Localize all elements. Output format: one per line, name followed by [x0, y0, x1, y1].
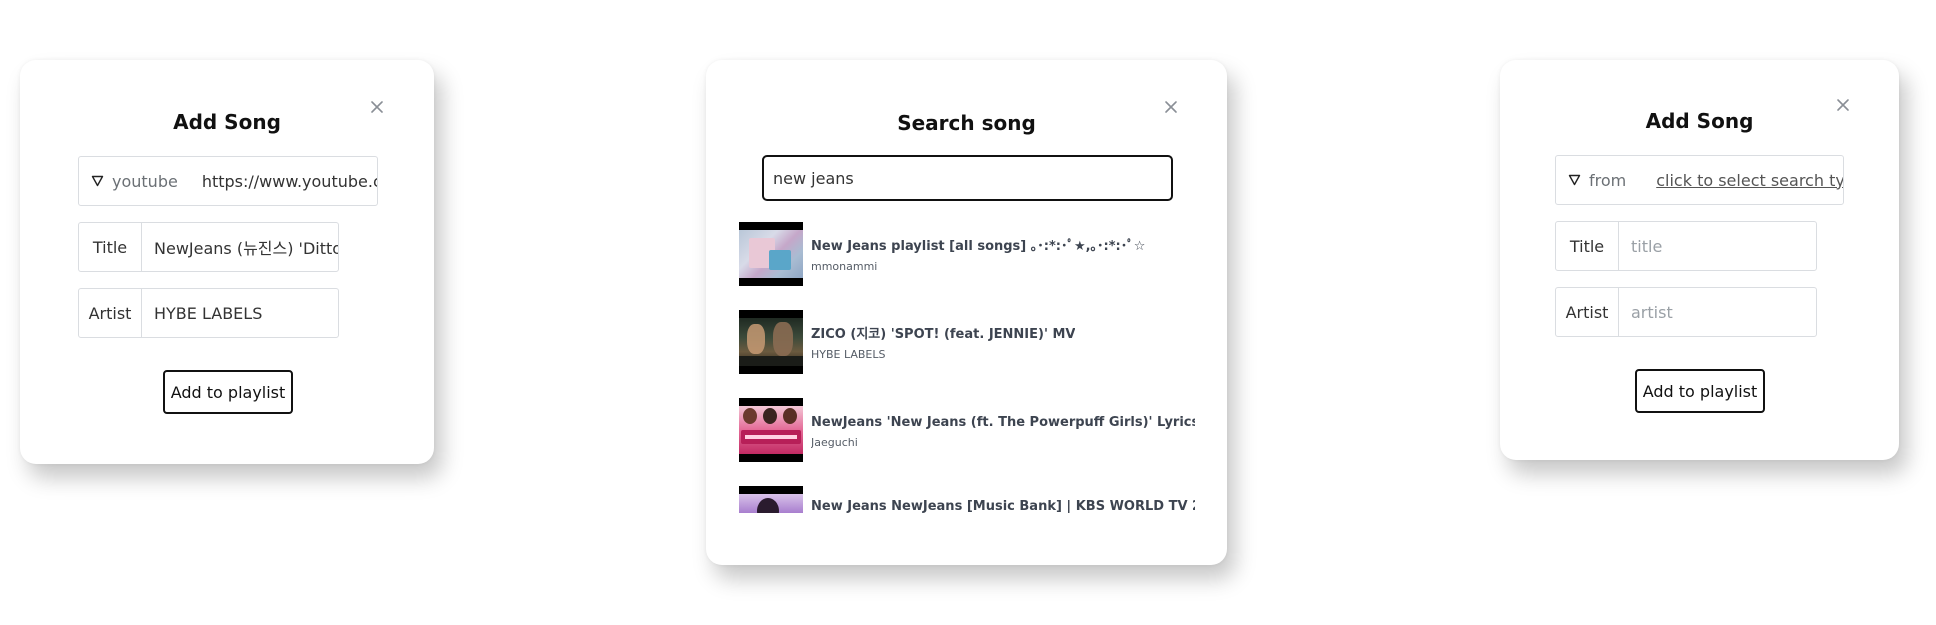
title-label: Title	[79, 223, 142, 271]
title-field: Title title	[1555, 221, 1817, 271]
source-field: from click to select search type	[1555, 155, 1844, 205]
thumbnail-image	[739, 486, 803, 513]
artist-label: Artist	[79, 289, 142, 337]
search-type-cell: click to select search type	[1626, 156, 1843, 204]
modal-title: Search song	[897, 111, 1036, 135]
artist-field: Artist artist	[1555, 287, 1817, 337]
artist-input[interactable]: HYBE LABELS	[142, 289, 338, 337]
add-song-modal-empty: Add Song from click to select search typ…	[1500, 60, 1899, 460]
title-input[interactable]: NewJeans (뉴진스) 'Ditto' Official MV	[142, 223, 338, 271]
search-song-modal: Search song new jeans New Jeans playlist…	[706, 60, 1227, 565]
result-title: ZICO (지코) 'SPOT! (feat. JENNIE)' MV	[811, 327, 1076, 342]
add-song-modal-filled: Add Song youtube https://www.youtube.com…	[20, 60, 434, 464]
artist-input[interactable]: artist	[1619, 288, 1816, 336]
search-result[interactable]: NewJeans 'New Jeans (ft. The Powerpuff G…	[739, 398, 1195, 462]
triangle-down-icon	[1568, 174, 1581, 186]
modal-title: Add Song	[173, 110, 281, 134]
result-channel: HYBE LABELS	[811, 348, 886, 361]
triangle-down-icon	[91, 175, 104, 187]
add-to-playlist-button[interactable]: Add to playlist	[163, 370, 293, 414]
thumbnail-image	[739, 310, 803, 374]
source-type-label: youtube	[112, 171, 178, 191]
modal-title: Add Song	[1645, 109, 1754, 133]
result-title: NewJeans 'New Jeans (ft. The Powerpuff G…	[811, 415, 1195, 430]
source-type-select[interactable]: youtube	[79, 157, 178, 205]
source-type-label: from	[1589, 170, 1627, 190]
search-input[interactable]: new jeans	[762, 155, 1173, 201]
select-search-type-link[interactable]: click to select search type	[1656, 171, 1843, 190]
source-type-select[interactable]: from	[1556, 156, 1626, 204]
search-results-list: New Jeans playlist [all songs] ｡･:*:･ﾟ★,…	[739, 222, 1195, 513]
thumbnail-image	[739, 398, 803, 462]
url-input[interactable]: https://www.youtube.com/watch?v=pSUydWEq…	[178, 157, 377, 205]
result-channel: mmonammi	[811, 260, 878, 273]
thumbnail-image	[739, 222, 803, 286]
source-field: youtube https://www.youtube.com/watch?v=…	[78, 156, 378, 206]
title-label: Title	[1556, 222, 1619, 270]
search-result[interactable]: New Jeans playlist [all songs] ｡･:*:･ﾟ★,…	[739, 222, 1195, 286]
result-title: New Jeans NewJeans [Music Bank] | KBS WO…	[811, 499, 1195, 513]
search-result[interactable]: New Jeans NewJeans [Music Bank] | KBS WO…	[739, 486, 1195, 513]
artist-label: Artist	[1556, 288, 1619, 336]
title-input[interactable]: title	[1619, 222, 1816, 270]
title-field: Title NewJeans (뉴진스) 'Ditto' Official MV	[78, 222, 339, 272]
result-title: New Jeans playlist [all songs] ｡･:*:･ﾟ★,…	[811, 239, 1146, 254]
artist-field: Artist HYBE LABELS	[78, 288, 339, 338]
result-channel: Jaeguchi	[811, 436, 858, 449]
search-result[interactable]: ZICO (지코) 'SPOT! (feat. JENNIE)' MV HYBE…	[739, 310, 1195, 374]
add-to-playlist-button[interactable]: Add to playlist	[1635, 369, 1765, 413]
